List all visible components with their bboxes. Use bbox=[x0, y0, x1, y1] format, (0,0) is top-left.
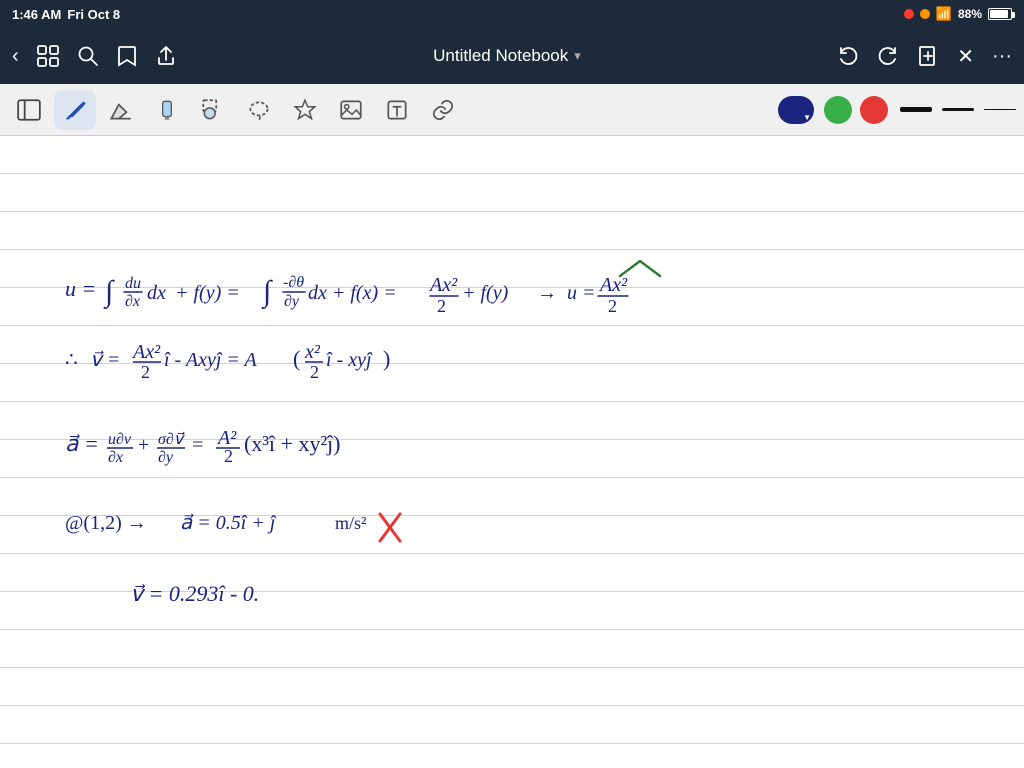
svg-text:a⃗ =: a⃗ = bbox=[65, 431, 99, 456]
orange-dot-indicator bbox=[920, 9, 930, 19]
battery-percentage: 88% bbox=[958, 7, 982, 21]
share-button[interactable] bbox=[155, 45, 177, 67]
red-color-button[interactable] bbox=[860, 96, 888, 124]
svg-text:dx: dx bbox=[147, 282, 166, 304]
svg-text:î - xyĵ: î - xyĵ bbox=[326, 349, 373, 371]
undo-button[interactable] bbox=[837, 45, 859, 67]
text-tool-button[interactable] bbox=[376, 90, 418, 130]
svg-text:(x³î + xy²ĵ): (x³î + xy²ĵ) bbox=[244, 431, 340, 456]
svg-text:∴: ∴ bbox=[65, 349, 78, 371]
redo-button[interactable] bbox=[877, 45, 899, 67]
svg-text:+ f(y): + f(y) bbox=[462, 282, 509, 304]
bookmark-button[interactable] bbox=[117, 45, 137, 67]
search-button[interactable] bbox=[77, 45, 99, 67]
svg-text:+ f(y) =: + f(y) = bbox=[175, 282, 240, 304]
eraser-tool-button[interactable] bbox=[100, 90, 142, 130]
svg-text:∫: ∫ bbox=[261, 275, 273, 310]
time-display: 1:46 AM bbox=[12, 7, 61, 22]
new-page-button[interactable] bbox=[917, 45, 939, 67]
svg-text:σ∂v⃗: σ∂v⃗ bbox=[158, 431, 186, 448]
notebook-title[interactable]: Untitled Notebook bbox=[433, 46, 568, 66]
svg-text:Ax²: Ax² bbox=[598, 274, 628, 296]
svg-text:-∂θ: -∂θ bbox=[283, 274, 304, 291]
color-picker-button[interactable] bbox=[778, 96, 814, 124]
svg-text:2: 2 bbox=[608, 296, 617, 316]
svg-text:dx + f(x) =: dx + f(x) = bbox=[308, 282, 397, 304]
date-display: Fri Oct 8 bbox=[67, 7, 120, 22]
svg-text:a⃗ = 0.5î + ĵ: a⃗ = 0.5î + ĵ bbox=[180, 512, 277, 534]
main-toolbar: ‹ Untitled No bbox=[0, 28, 1024, 84]
svg-text:∂y: ∂y bbox=[284, 293, 300, 310]
medium-line-button[interactable] bbox=[942, 90, 974, 130]
image-tool-button[interactable] bbox=[330, 90, 372, 130]
green-color-button[interactable] bbox=[824, 96, 852, 124]
svg-text:→: → bbox=[537, 282, 557, 304]
svg-text:v⃗ =: v⃗ = bbox=[90, 349, 120, 371]
sidebar-toggle-button[interactable] bbox=[8, 90, 50, 130]
link-tool-button[interactable] bbox=[422, 90, 464, 130]
notebook-canvas[interactable]: u = ∫ du ∂x dx + f(y) = ∫ -∂θ ∂y d bbox=[0, 136, 1024, 768]
svg-text:∫: ∫ bbox=[103, 275, 115, 310]
lasso-tool-button[interactable] bbox=[238, 90, 280, 130]
math-content: u = ∫ du ∂x dx + f(y) = ∫ -∂θ ∂y d bbox=[0, 136, 1024, 768]
grid-view-button[interactable] bbox=[37, 45, 59, 67]
thick-line-button[interactable] bbox=[900, 90, 932, 130]
svg-text:∂x: ∂x bbox=[125, 293, 140, 310]
svg-text:2: 2 bbox=[141, 362, 150, 382]
recording-indicator bbox=[904, 9, 914, 19]
more-options-button[interactable]: ··· bbox=[992, 45, 1012, 68]
pen-tool-button[interactable] bbox=[54, 90, 96, 130]
highlighter-tool-button[interactable] bbox=[146, 90, 188, 130]
star-tool-button[interactable] bbox=[284, 90, 326, 130]
svg-text:u =: u = bbox=[567, 282, 596, 304]
svg-text:+: + bbox=[138, 434, 149, 456]
svg-text:=: = bbox=[192, 434, 203, 456]
svg-text:u =: u = bbox=[65, 276, 96, 301]
back-button[interactable]: ‹ bbox=[12, 45, 19, 68]
selection-tool-button[interactable] bbox=[192, 90, 234, 130]
drawing-toolbar bbox=[0, 84, 1024, 136]
svg-text:@(1,2) →: @(1,2) → bbox=[65, 512, 147, 534]
close-button[interactable]: ✕ bbox=[957, 44, 974, 69]
svg-text:Ax²: Ax² bbox=[131, 341, 161, 363]
title-chevron: ▾ bbox=[574, 48, 581, 64]
svg-text:du: du bbox=[125, 275, 141, 292]
svg-text:(: ( bbox=[293, 346, 300, 371]
svg-text:∂y: ∂y bbox=[158, 449, 174, 466]
svg-text:x²: x² bbox=[304, 341, 321, 363]
svg-text:2: 2 bbox=[224, 446, 233, 466]
svg-text:m/s²: m/s² bbox=[335, 513, 366, 533]
svg-text:): ) bbox=[383, 346, 390, 371]
status-bar: 1:46 AM Fri Oct 8 📶 88% bbox=[0, 0, 1024, 28]
thin-line-button[interactable] bbox=[984, 90, 1016, 130]
svg-text:∂x: ∂x bbox=[108, 449, 123, 466]
battery-icon bbox=[988, 8, 1012, 20]
svg-text:2: 2 bbox=[437, 296, 446, 316]
svg-text:2: 2 bbox=[310, 362, 319, 382]
svg-text:î - Axyĵ = A: î - Axyĵ = A bbox=[164, 349, 258, 371]
svg-text:v⃗ = 0.293î - 0.: v⃗ = 0.293î - 0. bbox=[130, 581, 259, 606]
wifi-icon: 📶 bbox=[936, 6, 952, 22]
svg-text:Ax²: Ax² bbox=[428, 274, 458, 296]
svg-text:u∂v: u∂v bbox=[108, 431, 132, 448]
